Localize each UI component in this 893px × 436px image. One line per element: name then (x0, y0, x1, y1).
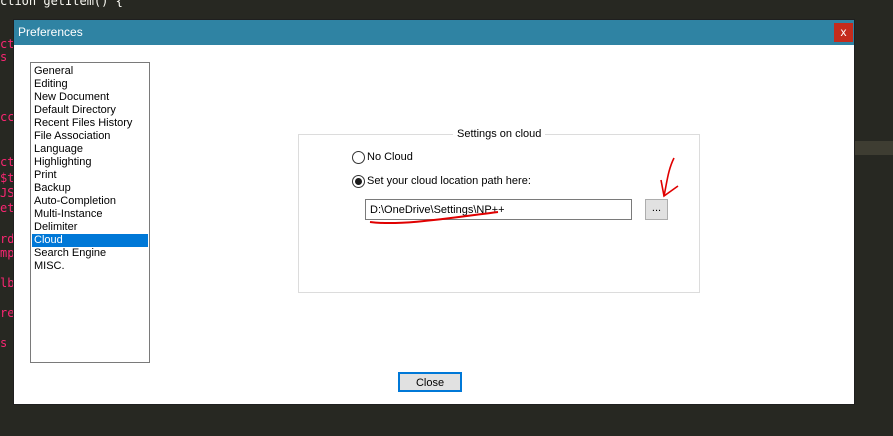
category-item-new-document[interactable]: New Document (32, 91, 148, 104)
preferences-dialog: Preferences x General Editing New Document… (14, 20, 854, 404)
category-item-delimiter[interactable]: Delimiter (32, 221, 148, 234)
category-item-default-directory[interactable]: Default Directory (32, 104, 148, 117)
cloud-path-radio[interactable] (352, 175, 365, 188)
editor-code-line: $t (0, 171, 15, 185)
category-item-search-engine[interactable]: Search Engine (32, 247, 148, 260)
editor-code-line: ction getItem() { (0, 0, 123, 8)
close-button[interactable]: Close (398, 372, 462, 392)
category-item-general[interactable]: General (32, 65, 148, 78)
category-item-language[interactable]: Language (32, 143, 148, 156)
editor-code-line: s (0, 336, 8, 350)
dialog-titlebar: Preferences x (14, 20, 854, 45)
editor-code-line: et (0, 201, 15, 215)
editor-code-line: ct (0, 155, 15, 169)
category-item-print[interactable]: Print (32, 169, 148, 182)
no-cloud-radio[interactable] (352, 151, 365, 164)
category-item-editing[interactable]: Editing (32, 78, 148, 91)
editor-code-line: lb (0, 276, 15, 290)
editor-code-line: mp (0, 246, 15, 260)
cloud-path-label[interactable]: Set your cloud location path here: (367, 175, 531, 187)
editor-code-line: ct (0, 37, 15, 51)
category-item-multi-instance[interactable]: Multi-Instance (32, 208, 148, 221)
editor-code-line: JS (0, 186, 15, 200)
dialog-close-icon[interactable]: x (834, 23, 853, 42)
editor-code-line: re (0, 306, 15, 320)
category-item-recent-files-history[interactable]: Recent Files History (32, 117, 148, 130)
editor-code-line: cc (0, 110, 15, 124)
cloud-settings-group: Settings on cloud No Cloud Set your clou… (298, 128, 700, 293)
editor-current-line-highlight (853, 141, 893, 155)
editor-code-line: rd (0, 232, 15, 246)
no-cloud-label[interactable]: No Cloud (367, 151, 413, 163)
cloud-path-input[interactable] (365, 199, 632, 220)
group-title: Settings on cloud (453, 128, 546, 140)
editor-code-line: s (0, 50, 8, 64)
browse-button[interactable]: ... (645, 199, 668, 220)
category-item-misc[interactable]: MISC. (32, 260, 148, 273)
category-item-auto-completion[interactable]: Auto-Completion (32, 195, 148, 208)
category-item-cloud[interactable]: Cloud (32, 234, 148, 247)
category-list[interactable]: General Editing New Document Default Direct… (30, 62, 150, 363)
category-item-highlighting[interactable]: Highlighting (32, 156, 148, 169)
dialog-title: Preferences (18, 25, 83, 39)
category-item-backup[interactable]: Backup (32, 182, 148, 195)
category-item-file-association[interactable]: File Association (32, 130, 148, 143)
